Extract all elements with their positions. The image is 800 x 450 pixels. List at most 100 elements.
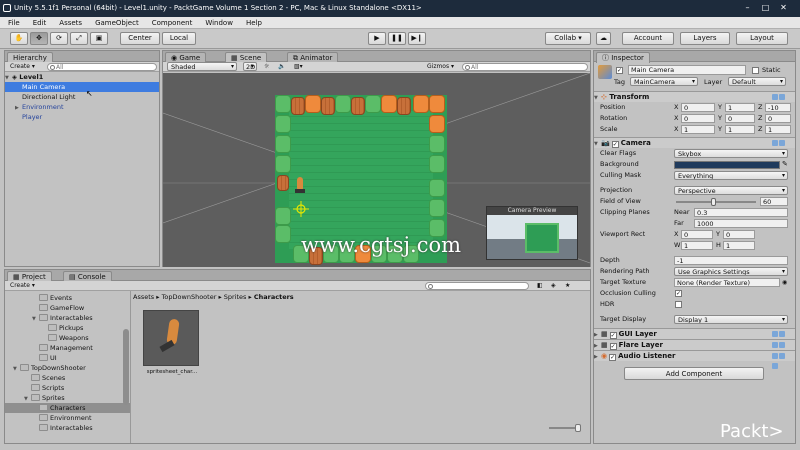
hierarchy-search-input[interactable]: All [47,63,157,71]
scene-lighting-icon[interactable]: ☼ [264,62,269,71]
minimize-icon[interactable]: – [742,3,753,13]
audio-listener-checkbox[interactable]: ✓ [609,354,617,361]
clear-flags-dropdown[interactable]: Skybox [674,149,788,158]
player-sprite[interactable] [293,177,307,201]
cloud-icon[interactable]: ☁ [596,32,611,45]
hierarchy-item-player[interactable]: Player [5,112,159,122]
folder-row[interactable]: Environment [5,413,130,423]
gui-layer-header[interactable]: ▶ ▦ ✓ GUI Layer [594,328,795,347]
folder-row[interactable]: ▼ TopDownShooter [5,363,130,373]
scale-z-field[interactable]: 1 [765,125,791,134]
culling-mask-dropdown[interactable]: Everything [674,171,788,180]
scene-audio-icon[interactable]: 🔈 [278,62,285,71]
scene-effects-icon[interactable]: ▧▾ [294,62,303,71]
object-picker-icon[interactable]: ◉ [782,277,787,288]
scene-search-input[interactable]: All [462,63,588,71]
filter-label-icon[interactable]: ◈ [551,281,556,290]
scale-y-field[interactable]: 1 [725,125,755,134]
viewport-y-field[interactable]: 0 [723,230,755,239]
fov-slider[interactable] [676,198,756,206]
account-button[interactable]: Account [622,32,674,45]
occlusion-checkbox[interactable]: ✓ [675,290,682,297]
rotation-x-field[interactable]: 0 [681,114,715,123]
breadcrumb-item-current[interactable]: Characters [254,293,294,301]
maximize-icon[interactable]: □ [760,3,771,13]
project-search-input[interactable] [425,282,529,290]
target-display-dropdown[interactable]: Display 1 [674,315,788,324]
rotate-tool-icon[interactable]: ⟳ [50,32,68,45]
tab-inspector[interactable]: ⓘ Inspector [596,52,650,63]
hierarchy-create-button[interactable]: Create ▾ [10,62,35,71]
component-header-icons[interactable] [771,93,791,110]
scale-tool-icon[interactable]: ⤢ [70,32,88,45]
tag-dropdown[interactable]: MainCamera [630,77,698,86]
position-y-field[interactable]: 1 [725,103,755,112]
folder-row[interactable]: Management [5,343,130,353]
rotation-y-field[interactable]: 0 [725,114,755,123]
folder-row-selected[interactable]: Characters [5,403,130,413]
breadcrumb-item[interactable]: Sprites [224,293,247,301]
flare-layer-header[interactable]: ▶ ▦ ✓ Flare Layer [594,339,795,358]
layer-dropdown[interactable]: Default [728,77,786,86]
thumbnail-size-slider[interactable] [549,424,581,432]
pivot-center-button[interactable]: Center [120,32,160,45]
rotation-z-field[interactable]: 0 [765,114,791,123]
viewport-x-field[interactable]: 0 [681,230,713,239]
breadcrumb-item[interactable]: TopDownShooter [162,293,217,301]
scale-x-field[interactable]: 1 [681,125,715,134]
rendering-path-dropdown[interactable]: Use Graphics Settings [674,267,788,276]
fov-slider-thumb[interactable] [711,198,716,206]
move-tool-icon[interactable]: ✥ [30,32,48,45]
projection-dropdown[interactable]: Perspective [674,186,788,195]
folder-row[interactable]: Interactables [5,423,130,433]
folder-row[interactable]: Events [5,293,130,303]
near-field[interactable]: 0.3 [694,208,788,217]
scene-viewport[interactable]: www.cgtsj.com Camera Preview [163,73,590,267]
step-button[interactable]: ▶❙ [408,32,426,45]
slider-thumb[interactable] [575,424,581,432]
component-header-icons[interactable] [771,352,791,369]
hierarchy-item-main-camera[interactable]: Main Camera [5,82,159,92]
menu-file[interactable]: File [0,17,25,28]
component-header-icons[interactable] [771,341,791,358]
position-x-field[interactable]: 0 [681,103,715,112]
camera-header[interactable]: ▼ 📷 ✓ Camera [594,137,795,156]
pivot-local-button[interactable]: Local [162,32,196,45]
layout-button[interactable]: Layout [736,32,788,45]
hdr-checkbox[interactable] [675,301,682,308]
gui-layer-checkbox[interactable]: ✓ [609,332,617,339]
tree-scrollbar[interactable] [123,329,129,405]
menu-assets[interactable]: Assets [51,17,87,28]
depth-field[interactable]: -1 [674,256,788,265]
folder-row[interactable]: UI [5,353,130,363]
transform-header[interactable]: ▼ ⊹ Transform [594,91,795,110]
folder-row[interactable]: ▼ Sprites [5,393,130,403]
hierarchy-item-environment[interactable]: ▶ Environment [5,102,159,112]
scene-root-row[interactable]: ▼ ◈ Level1 [5,72,159,82]
hand-tool-icon[interactable]: ✋ [10,32,28,45]
favorite-star-icon[interactable]: ★ [565,281,570,290]
filter-type-icon[interactable]: ◧ [537,281,543,290]
menu-window[interactable]: Window [197,17,238,28]
audio-listener-header[interactable]: ▶ ◉ ✓ Audio Listener [594,350,795,369]
pause-button[interactable]: ❚❚ [388,32,406,45]
fov-field[interactable]: 60 [760,197,788,206]
shading-mode-dropdown[interactable]: Shaded [167,62,237,71]
folder-row[interactable]: Pickups [5,323,130,333]
viewport-w-field[interactable]: 1 [681,241,713,250]
folder-row[interactable]: Weapons [5,333,130,343]
menu-gameobject[interactable]: GameObject [87,17,144,28]
project-create-button[interactable]: Create ▾ [10,281,35,290]
gizmos-dropdown[interactable]: Gizmos ▾ [427,62,454,71]
viewport-h-field[interactable]: 1 [723,241,755,250]
active-checkbox[interactable]: ✓ [616,67,623,74]
close-icon[interactable]: ✕ [778,3,789,13]
background-color-swatch[interactable] [674,161,780,169]
add-component-button[interactable]: Add Component [624,367,764,380]
asset-item[interactable]: spritesheet_char... [143,310,199,378]
camera-gizmo-icon[interactable] [293,201,309,217]
menu-component[interactable]: Component [144,17,198,28]
object-name-field[interactable]: Main Camera [628,65,746,75]
folder-row[interactable]: GameFlow [5,303,130,313]
position-z-field[interactable]: -10 [765,103,791,112]
